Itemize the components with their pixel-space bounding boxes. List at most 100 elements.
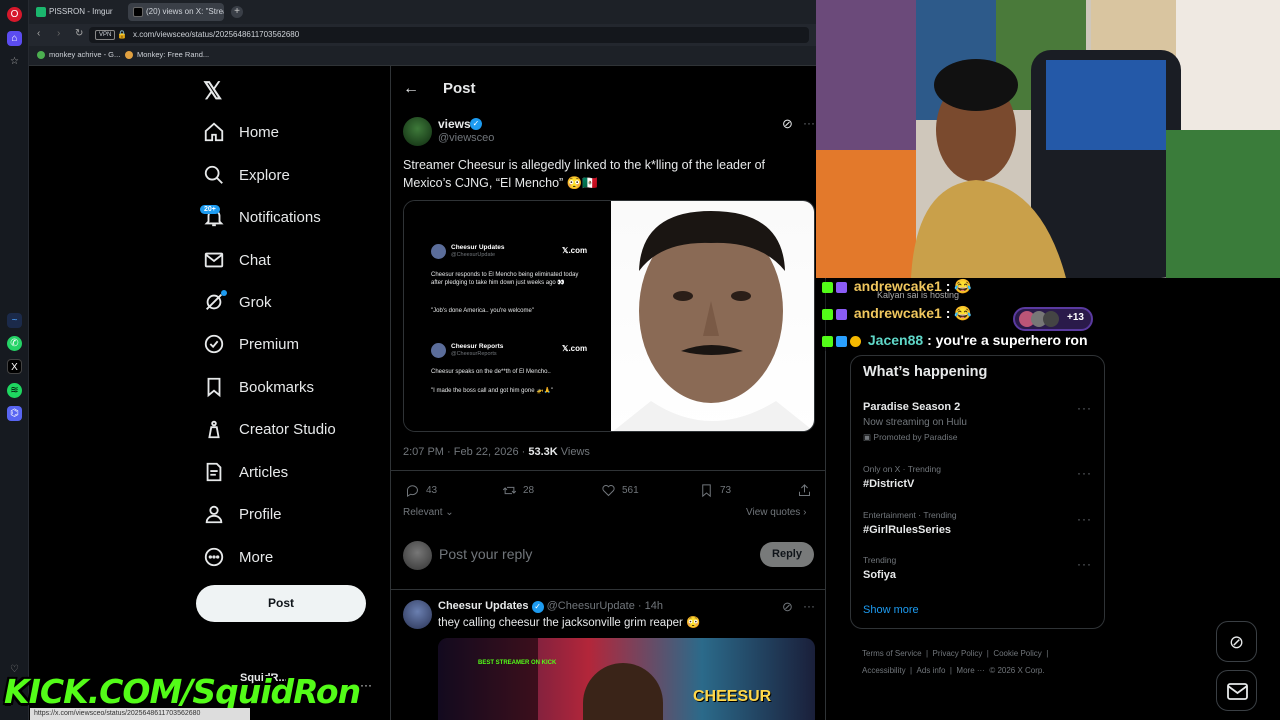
bookmark-item[interactable]: monkey achrive - G...	[37, 50, 120, 59]
back-icon[interactable]: ‹	[37, 28, 40, 39]
reload-icon[interactable]: ↻	[75, 28, 83, 39]
forward-icon[interactable]: ›	[57, 28, 60, 39]
trend-item[interactable]: Paradise Season 2 Now streaming on Hulu …	[863, 401, 967, 443]
vpn-badge[interactable]: VPN	[95, 30, 116, 40]
sort-label: Relevant	[403, 507, 443, 518]
footer-copyright: © 2026 X Corp.	[989, 666, 1045, 675]
footer-links: Terms of Service | Privacy Policy | Cook…	[862, 649, 1049, 675]
nav-grok[interactable]: Grok	[203, 282, 272, 322]
avatar	[431, 244, 446, 259]
x-logo-icon[interactable]: 𝕏	[203, 77, 222, 106]
nav-articles[interactable]: Articles	[203, 452, 288, 492]
footer-link[interactable]: Ads info	[917, 666, 946, 675]
grok-explain-icon[interactable]: ⊘	[782, 599, 793, 615]
discord-icon[interactable]: ⌬	[7, 406, 22, 421]
reply-input[interactable]: Post your reply	[439, 546, 532, 562]
tab-imgur[interactable]: PISSRON - Imgur	[31, 3, 125, 21]
nav-explore[interactable]: Explore	[203, 155, 290, 195]
bookmark-icon	[702, 484, 711, 498]
reply-action[interactable]: 43	[405, 483, 437, 498]
nav-bookmarks[interactable]: Bookmarks	[203, 367, 314, 407]
x-sidebar-icon[interactable]: X	[7, 359, 22, 374]
embedded-handle: @CheesurReports	[451, 351, 497, 357]
nav-label: Creator Studio	[239, 420, 336, 438]
bookmark-favicon-icon	[125, 51, 133, 59]
nav-label: Chat	[239, 251, 271, 269]
footer-link[interactable]: Cookie Policy	[993, 649, 1041, 658]
embedded-name: Cheesur Updates	[451, 244, 505, 251]
trend-more-icon[interactable]: ···	[1077, 512, 1092, 526]
verified-icon	[204, 334, 224, 354]
sort-dropdown[interactable]: Relevant ⌄	[403, 507, 454, 518]
avatar[interactable]	[403, 117, 432, 146]
bookmark-label: Monkey: Free Rand...	[137, 50, 210, 59]
grok-explain-icon[interactable]: ⊘	[782, 116, 793, 132]
trend-more-icon[interactable]: ···	[1077, 557, 1092, 571]
embedded-text: Cheesur speaks on the de**th of El Mench…	[431, 369, 551, 375]
back-arrow-icon[interactable]: ←	[403, 80, 419, 98]
new-tab-button[interactable]: +	[231, 6, 243, 18]
nav-profile[interactable]: Profile	[203, 494, 282, 534]
post-more-icon[interactable]: ···	[803, 116, 815, 130]
trend-more-icon[interactable]: ···	[1077, 466, 1092, 480]
star-sidebar-icon[interactable]: ☆	[7, 54, 22, 69]
trend-context: Trending	[863, 555, 897, 565]
bookmark-action[interactable]: 73	[699, 483, 731, 498]
nav-notifications[interactable]: Notifications 20+	[200, 197, 321, 237]
nav-creator-studio[interactable]: Creator Studio	[203, 409, 336, 449]
footer-link[interactable]: Terms of Service	[862, 649, 922, 658]
spotify-icon[interactable]: ≋	[7, 383, 22, 398]
url-field[interactable]: VPN 🔒 x.com/viewsceo/status/202564861170…	[89, 27, 809, 43]
reply-author-name[interactable]: Cheesur Updates	[438, 600, 528, 612]
reply-media[interactable]: BEST STREAMER ON KICK CHEESUR	[438, 638, 815, 720]
opera-logo-icon[interactable]: O	[7, 7, 22, 22]
like-action[interactable]: 561	[601, 483, 639, 498]
home-sidebar-icon[interactable]: ⌂	[7, 31, 22, 46]
reply-text: they calling cheesur the jacksonville gr…	[438, 617, 701, 629]
reply-button[interactable]: Reply	[760, 542, 814, 567]
tab-x-post[interactable]: (20) views on X: "Streamer...	[128, 3, 224, 21]
verified-badge-icon: ✓	[531, 601, 544, 613]
reply-more-icon[interactable]: ···	[803, 599, 815, 613]
author-handle[interactable]: @viewsceo	[438, 132, 494, 144]
post-media[interactable]: Cheesur Updates @CheesurUpdate 𝕏.com Che…	[403, 200, 815, 432]
nav-chat[interactable]: Chat	[203, 240, 271, 280]
messenger-icon[interactable]: ~	[7, 313, 22, 328]
promoted-icon: ▣	[863, 432, 872, 442]
trend-more-icon[interactable]: ···	[1077, 401, 1092, 415]
footer-link[interactable]: More ···	[956, 666, 984, 675]
messages-floating-button[interactable]	[1216, 670, 1257, 711]
mugshot-image	[611, 201, 814, 431]
view-quotes-link[interactable]: View quotes ›	[746, 507, 806, 518]
trend-item[interactable]: Trending Sofiya	[863, 555, 896, 581]
nav-premium[interactable]: Premium	[203, 324, 299, 364]
nav-home[interactable]: Home	[203, 112, 279, 152]
bookmark-item[interactable]: Monkey: Free Rand...	[125, 50, 209, 59]
embedded-site: 𝕏.com	[562, 344, 588, 353]
footer-link[interactable]: Privacy Policy	[933, 649, 983, 658]
viewer-avatars: +13	[1013, 307, 1093, 331]
repost-action[interactable]: 28	[502, 483, 534, 498]
whatsapp-icon[interactable]: ✆	[7, 336, 22, 351]
bookmark-favicon-icon	[37, 51, 45, 59]
nav-label: Grok	[239, 293, 272, 311]
show-more-link[interactable]: Show more	[863, 604, 919, 616]
chat-text: :	[945, 305, 951, 321]
status-url-tooltip: https://x.com/viewsceo/status/2025648611…	[30, 708, 250, 720]
grok-floating-button[interactable]: ⊘	[1216, 621, 1257, 662]
reply-author-handle[interactable]: @CheesurUpdate	[547, 600, 635, 612]
post-button[interactable]: Post	[196, 585, 366, 622]
x-favicon-icon	[133, 7, 143, 17]
trend-item[interactable]: Entertainment · Trending #GirlRulesSerie…	[863, 510, 957, 536]
post-text: Streamer Cheesur is allegedly linked to …	[403, 158, 766, 190]
kick-badge-icon	[822, 281, 833, 293]
avatar[interactable]	[403, 600, 432, 629]
account-more-icon[interactable]: ···	[360, 678, 372, 692]
chat-message: Jacen88 : you're a superhero ron	[822, 332, 1088, 348]
trend-item[interactable]: Only on X · Trending #DistrictV	[863, 464, 941, 490]
footer-link[interactable]: Accessibility	[862, 666, 906, 675]
share-action[interactable]	[797, 483, 812, 498]
nav-more[interactable]: More	[203, 537, 273, 577]
author-name[interactable]: views	[438, 117, 471, 131]
divider	[390, 589, 826, 590]
